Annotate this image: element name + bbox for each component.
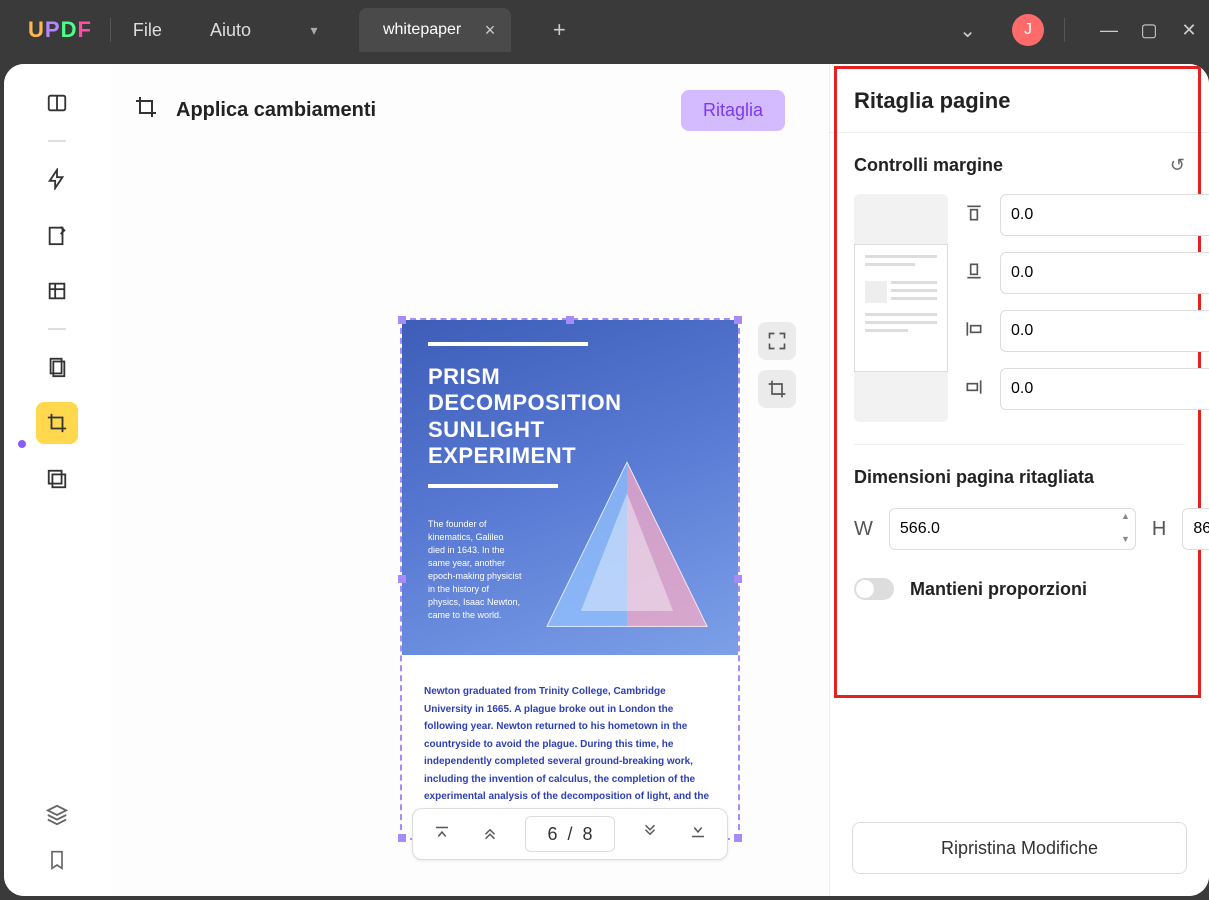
crop-button[interactable]: Ritaglia	[681, 90, 785, 131]
margin-right-icon	[964, 377, 990, 402]
last-page-icon[interactable]	[685, 819, 711, 850]
first-page-icon[interactable]	[429, 819, 455, 850]
active-indicator-icon	[18, 440, 26, 448]
margin-section-title: Controlli margine	[854, 155, 1003, 176]
menu-file[interactable]: File	[133, 20, 162, 41]
prism-graphic	[522, 447, 732, 652]
organize-tool-icon[interactable]	[36, 346, 78, 388]
doc-subtext: The founder of kinematics, Galileo died …	[428, 518, 523, 622]
crop-icon	[134, 95, 158, 125]
crop-handle[interactable]	[566, 316, 574, 324]
next-page-icon[interactable]	[637, 819, 663, 850]
margin-right-input[interactable]	[1000, 368, 1209, 410]
height-label: H	[1152, 518, 1166, 541]
fit-screen-icon[interactable]	[758, 322, 796, 360]
crop-handle[interactable]	[734, 316, 742, 324]
menu-help[interactable]: Aiuto	[210, 20, 251, 41]
aspect-ratio-label: Mantieni proporzioni	[910, 579, 1087, 600]
divider	[1064, 18, 1065, 42]
highlighter-tool-icon[interactable]	[36, 158, 78, 200]
dimensions-section-title: Dimensioni pagina ritagliata	[854, 467, 1185, 488]
margin-top-icon	[964, 203, 990, 228]
bookmark-icon[interactable]	[47, 849, 67, 876]
divider	[110, 18, 111, 42]
crop-handle[interactable]	[734, 834, 742, 842]
page-number-input[interactable]	[525, 816, 615, 852]
aspect-ratio-toggle[interactable]	[854, 578, 894, 600]
crop-handle[interactable]	[734, 575, 742, 583]
document-preview[interactable]: PRISM DECOMPOSITION SUNLIGHT EXPERIMENT …	[400, 318, 740, 840]
crop-tool-icon[interactable]	[36, 402, 78, 444]
pages-tool-icon[interactable]	[36, 270, 78, 312]
add-tab-icon[interactable]: +	[541, 17, 577, 43]
tab-list-dropdown-icon[interactable]: ▾	[299, 15, 329, 45]
panel-title: Ritaglia pagine	[830, 88, 1209, 133]
width-input[interactable]	[889, 508, 1136, 550]
close-tab-icon[interactable]: ×	[485, 20, 496, 41]
minimize-icon[interactable]: —	[1089, 20, 1129, 41]
divider	[48, 140, 66, 142]
prev-page-icon[interactable]	[477, 819, 503, 850]
margin-preview	[854, 194, 948, 422]
divider	[48, 328, 66, 330]
close-window-icon[interactable]: ✕	[1169, 20, 1209, 41]
margin-bottom-input[interactable]	[1000, 252, 1209, 294]
chevron-down-icon[interactable]: ⌄	[959, 18, 976, 43]
margin-left-icon	[964, 319, 990, 344]
layers-icon[interactable]	[46, 804, 68, 831]
reader-tool-icon[interactable]	[36, 82, 78, 124]
restore-button[interactable]: Ripristina Modifiche	[852, 822, 1187, 874]
margin-bottom-icon	[964, 261, 990, 286]
user-avatar[interactable]: J	[1012, 14, 1044, 46]
app-logo: UPDF	[28, 17, 92, 43]
doc-body-text: Newton graduated from Trinity College, C…	[424, 683, 716, 823]
crop-handle[interactable]	[398, 834, 406, 842]
canvas-area: Applica cambiamenti Ritaglia PRISM DECOM…	[110, 64, 829, 896]
margin-left-input[interactable]	[1000, 310, 1209, 352]
maximize-icon[interactable]: ▢	[1129, 20, 1169, 41]
height-input[interactable]	[1182, 508, 1209, 550]
document-tab[interactable]: whitepaper ×	[359, 8, 511, 52]
edit-tool-icon[interactable]	[36, 214, 78, 256]
crop-panel: Ritaglia pagine Controlli margine ↺	[829, 64, 1209, 896]
crop-mode-icon[interactable]	[758, 370, 796, 408]
width-label: W	[854, 518, 873, 541]
watermark-tool-icon[interactable]	[36, 458, 78, 500]
crop-handle[interactable]	[398, 316, 406, 324]
stepper-icon[interactable]: ▲▼	[1121, 512, 1130, 544]
page-navigation	[412, 808, 728, 860]
tab-label: whitepaper	[383, 21, 461, 39]
reset-margins-icon[interactable]: ↺	[1170, 155, 1185, 176]
crop-handle[interactable]	[398, 575, 406, 583]
sidebar	[4, 64, 110, 896]
margin-top-input[interactable]	[1000, 194, 1209, 236]
canvas-title: Applica cambiamenti	[176, 99, 376, 122]
titlebar: UPDF File Aiuto ▾ whitepaper × + ⌄ J — ▢…	[0, 0, 1209, 60]
